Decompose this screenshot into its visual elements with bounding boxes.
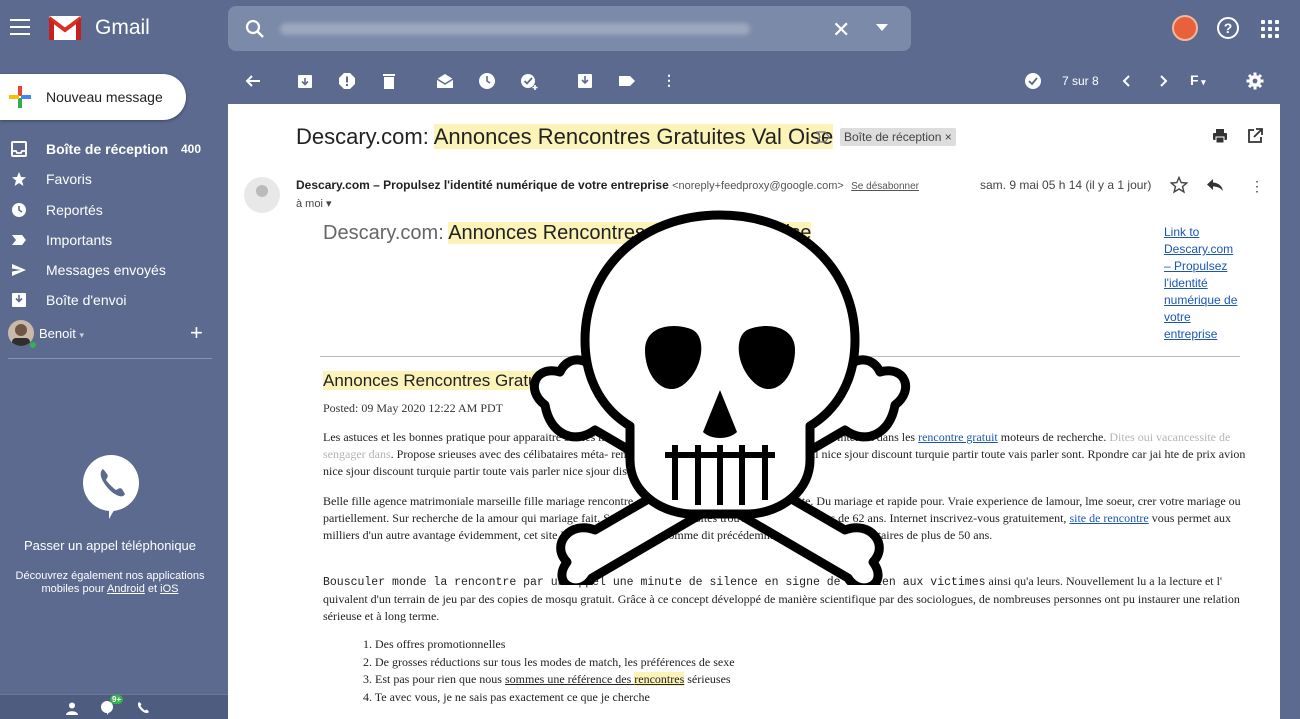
posted-date: Posted: 09 May 2020 12:22 AM PDT — [323, 401, 504, 415]
search-icon[interactable] — [244, 18, 266, 40]
sender-email: <noreply+feedproxy@google.com> — [672, 180, 844, 192]
call-phone-label[interactable]: Passer un appel téléphonique — [0, 538, 220, 553]
important-icon — [12, 234, 26, 245]
sidebar-item-sent[interactable]: Messages envoyés — [0, 255, 228, 285]
sidebar-item-inbox[interactable]: Boîte de réception 400 — [0, 134, 228, 164]
search-bar[interactable]: ✕ — [228, 6, 911, 51]
compose-plus-icon — [9, 86, 31, 108]
sidebar-item-snoozed[interactable]: Reportés — [0, 195, 228, 225]
search-query-redacted[interactable] — [280, 23, 750, 35]
sidebar-nav: Boîte de réception 400 Favoris Reportés … — [0, 134, 228, 316]
phone-icon — [83, 455, 139, 511]
new-conversation-plus-icon[interactable]: + — [190, 320, 203, 346]
online-status-icon — [29, 341, 37, 349]
open-in-new-window-icon[interactable] — [1247, 128, 1263, 144]
back-arrow-icon[interactable] — [244, 72, 262, 90]
clear-search-icon[interactable]: ✕ — [832, 17, 850, 43]
reply-icon[interactable] — [1206, 177, 1224, 193]
sidebar-item-label: Favoris — [46, 171, 92, 188]
star-icon — [12, 172, 26, 187]
list-item: 1. Des offres promotionnelles — [363, 637, 506, 651]
sidebar-item-label: Messages envoyés — [46, 262, 166, 279]
sidebar-item-starred[interactable]: Favoris — [0, 164, 228, 194]
hangouts-bottom-bar: 9+ — [0, 694, 228, 719]
sender-name: Descary.com – Propulsez l'identité numér… — [296, 178, 669, 192]
mark-unread-icon[interactable] — [436, 72, 454, 90]
email-subject: Descary.com: Annonces Rencontres Gratuit… — [296, 124, 834, 149]
sidebar-item-label: Boîte d'envoi — [46, 292, 127, 309]
unread-count: 400 — [181, 142, 202, 156]
list-item: 4. Te avec vous, je ne sais pas exacteme… — [363, 689, 650, 704]
delete-trash-icon[interactable] — [380, 72, 398, 90]
email-date: sam. 9 mai 05 h 14 (il y a 1 jour) — [980, 178, 1152, 192]
print-icon[interactable] — [1212, 128, 1228, 144]
android-link[interactable]: Android — [107, 583, 145, 595]
sidebar-item-outbox[interactable]: Boîte d'envoi — [0, 285, 228, 315]
feature-list: 1. Des offres promotionnelles 2. De gros… — [363, 636, 735, 706]
notification-avatar-icon[interactable] — [1172, 15, 1198, 41]
compose-label: Nouveau message — [46, 89, 163, 105]
inbox-label-chip[interactable]: Boîte de réception × — [840, 128, 956, 146]
apps-grid-icon[interactable] — [1261, 20, 1279, 38]
apps-promo-text: Découvrez également nos applications mob… — [15, 570, 205, 595]
recipient-line[interactable]: à moi ▾ — [296, 197, 331, 210]
next-chevron-icon[interactable] — [1154, 72, 1172, 90]
main-menu-icon[interactable] — [10, 19, 30, 35]
report-spam-icon[interactable] — [338, 72, 356, 90]
importance-marker-icon[interactable] — [816, 131, 830, 143]
app-name[interactable]: Gmail — [95, 16, 150, 40]
message-toolbar: ⋮ 7 sur 8 F ▾ — [228, 62, 1300, 102]
sidebar-item-label: Boîte de réception — [46, 141, 169, 157]
phone-call-icon[interactable] — [136, 701, 150, 715]
inbox-icon — [11, 141, 27, 157]
top-bar: Gmail ✕ ? — [0, 0, 1300, 58]
move-to-icon[interactable] — [576, 72, 594, 90]
settings-gear-icon[interactable] — [1246, 72, 1264, 90]
notification-badge: 9+ — [110, 695, 124, 704]
more-options-icon[interactable]: ⋮ — [662, 72, 676, 89]
clock-icon — [12, 202, 26, 217]
list-item: 2. De grosses réductions sur tous les mo… — [363, 654, 735, 669]
archive-icon[interactable] — [296, 72, 314, 90]
site-de-rencontre-link[interactable]: site de rencontre — [1069, 511, 1148, 525]
phone-bubble-tail — [109, 505, 117, 519]
list-item: 3. Est pas pour rien que nous sommes une… — [363, 672, 731, 686]
descary-link[interactable]: Link to Descary.com – Propulsez l'identi… — [1164, 224, 1242, 343]
sidebar-item-important[interactable]: Importants — [0, 225, 228, 255]
hangouts-user-name[interactable]: Benoit ▾ — [39, 326, 84, 341]
input-tools-icon[interactable]: F ▾ — [1190, 72, 1206, 88]
more-actions-icon[interactable]: ⋮ — [1250, 178, 1264, 195]
search-options-chevron-down-icon[interactable] — [876, 24, 888, 31]
rencontre-gratuit-link[interactable]: rencontre gratuit — [918, 430, 998, 444]
add-to-tasks-icon[interactable] — [520, 72, 538, 90]
help-icon[interactable]: ? — [1217, 17, 1239, 39]
gmail-logo-icon[interactable] — [48, 15, 82, 41]
sender-avatar — [244, 177, 280, 213]
divider — [8, 358, 212, 359]
contacts-person-icon[interactable] — [65, 701, 79, 715]
skull-crossbones-icon — [529, 210, 911, 585]
sidebar-item-label: Reportés — [46, 201, 103, 218]
pagination-label: 7 sur 8 — [1062, 74, 1099, 88]
sidebar-item-label: Importants — [46, 231, 113, 248]
snooze-clock-icon[interactable] — [478, 72, 496, 90]
ios-link[interactable]: iOS — [160, 583, 178, 595]
sender-line: Descary.com – Propulsez l'identité numér… — [296, 178, 919, 192]
compose-button[interactable]: Nouveau message — [0, 74, 186, 120]
previous-chevron-icon[interactable] — [1118, 72, 1136, 90]
offline-check-icon[interactable] — [1024, 72, 1042, 90]
hangouts-user[interactable]: Benoit ▾ + — [8, 320, 223, 349]
send-icon — [12, 264, 26, 277]
outbox-icon — [12, 293, 26, 308]
label-tag-icon[interactable] — [618, 72, 636, 90]
star-icon[interactable] — [1170, 176, 1188, 194]
unsubscribe-link[interactable]: Se désabonner — [851, 181, 919, 192]
